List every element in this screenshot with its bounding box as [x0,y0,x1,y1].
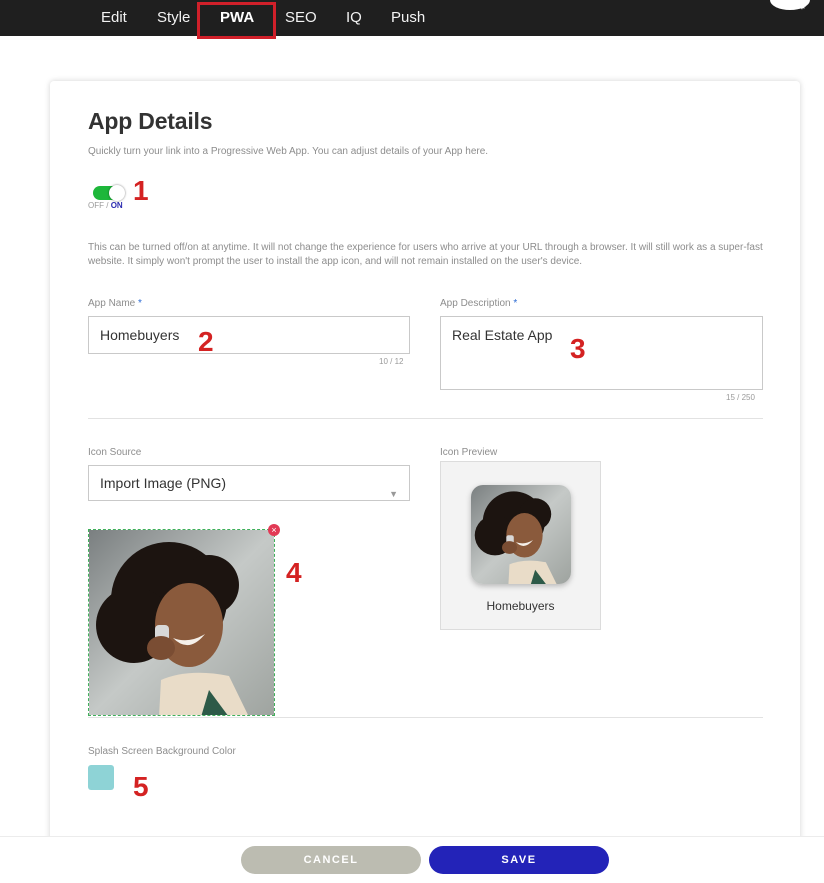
portrait-image [471,485,571,584]
splash-color-swatch[interactable] [88,765,114,790]
app-details-card: App Details Quickly turn your link into … [50,81,800,882]
app-name-input[interactable]: Homebuyers [88,316,410,354]
icon-source-label: Icon Source [88,447,142,458]
toggle-knob [109,185,125,201]
pwa-toggle[interactable] [93,185,125,201]
app-description-label: App Description * [440,298,518,309]
tab-style[interactable]: Style [157,10,190,26]
top-nav: Edit Style PWA SEO IQ Push ⚙ [0,0,824,36]
app-description-counter: 15 / 250 [726,393,755,402]
app-name-label: App Name * [88,298,142,309]
caret-down-icon: ▼ [389,489,398,499]
tab-edit[interactable]: Edit [101,10,127,26]
toggle-on-label: ON [110,201,123,210]
annotation-1: 1 [133,175,149,206]
icon-source-value: Import Image (PNG) [100,475,227,491]
annotation-3: 3 [570,333,586,364]
toggle-caption: OFF / ON [88,201,123,210]
page-title: App Details [88,108,213,134]
page-subtitle: Quickly turn your link into a Progressiv… [88,146,489,157]
app-name-value: Homebuyers [100,327,180,343]
portrait-image [89,530,274,715]
uploaded-icon-image[interactable] [88,529,275,716]
app-description-value: Real Estate App [452,327,553,343]
tab-seo[interactable]: SEO [285,10,317,26]
close-circle-icon[interactable]: × [268,524,280,536]
toggle-separator: / [106,201,109,210]
pwa-tab-highlight [197,2,276,39]
gear-icon[interactable]: ⚙ [797,1,807,12]
annotation-2: 2 [198,326,214,357]
annotation-5: 5 [133,771,149,802]
save-button[interactable]: SAVE [429,846,609,874]
annotation-4: 4 [286,557,302,588]
footer-bar: CANCEL SAVE [0,836,824,883]
icon-source-select[interactable]: Import Image (PNG) ▼ [88,465,410,501]
toggle-note: This can be turned off/on at anytime. It… [88,242,763,267]
toggle-off-label: OFF [88,201,104,210]
preview-app-icon [471,485,571,584]
app-name-counter: 10 / 12 [379,357,404,366]
tab-push[interactable]: Push [391,10,425,26]
preview-app-name: Homebuyers [486,599,555,613]
icon-preview-box: Homebuyers [440,461,601,630]
app-description-textarea[interactable]: Real Estate App [440,316,763,390]
icon-preview-label: Icon Preview [440,447,498,458]
required-mark: * [513,298,518,309]
required-mark: * [138,298,142,309]
divider [88,717,763,718]
tab-iq[interactable]: IQ [346,10,362,26]
cancel-button[interactable]: CANCEL [241,846,421,874]
divider [88,418,763,419]
splash-color-label: Splash Screen Background Color [88,746,236,757]
